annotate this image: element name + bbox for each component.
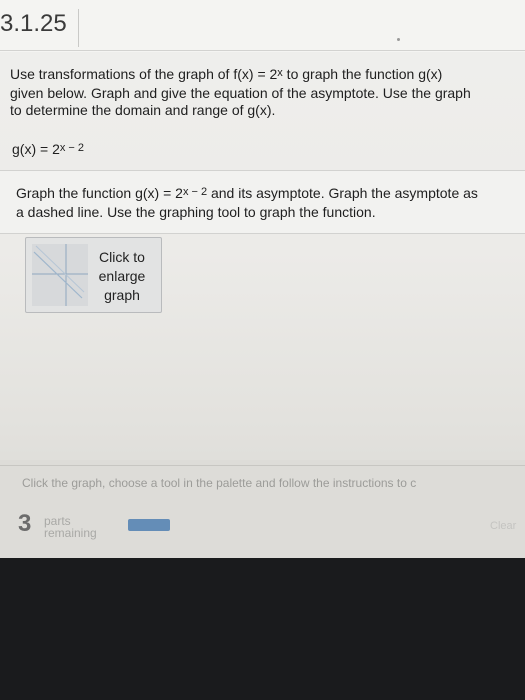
- function-exponent: x − 2: [59, 142, 85, 154]
- screen: 3.1.25 Use transformations of the graph …: [0, 0, 525, 558]
- graph-thumbnail-icon: [32, 244, 88, 306]
- question-line-1-prefix: Use transformations of the graph of f(x)…: [10, 66, 278, 82]
- parts-remaining-label: parts remaining: [44, 515, 97, 539]
- clear-button[interactable]: Clear: [490, 520, 516, 532]
- parts-remaining-count: 3: [18, 510, 32, 537]
- enlarge-graph-button[interactable]: Click to enlarge graph: [25, 237, 162, 313]
- question-line-2: given below. Graph and give the equation…: [10, 85, 471, 101]
- instruction-text: Graph the function g(x) = 2x − 2 and its…: [16, 185, 525, 221]
- progress-indicator: [128, 519, 170, 531]
- instruction-prefix: Graph the function g(x) = 2: [16, 185, 183, 201]
- palette-divider: [0, 465, 525, 466]
- header: 3.1.25: [0, 0, 525, 52]
- palette-area: [0, 460, 525, 558]
- function-definition: g(x) = 2x − 2: [12, 141, 84, 157]
- instruction-exponent: x − 2: [182, 186, 208, 198]
- header-divider: [0, 50, 525, 51]
- parts-label-line-2: remaining: [44, 526, 97, 540]
- problem-number: 3.1.25: [0, 9, 79, 47]
- device-bezel: [0, 558, 525, 700]
- question-text: Use transformations of the graph of f(x)…: [10, 66, 525, 119]
- question-line-1-suffix: to graph the function g(x): [282, 66, 443, 82]
- palette-hint: Click the graph, choose a tool in the pa…: [22, 476, 417, 490]
- question-exponent: x: [277, 67, 283, 79]
- function-base: g(x) = 2: [12, 141, 60, 157]
- instruction-line-1: Graph the function g(x) = 2x − 2 and its…: [16, 185, 525, 204]
- enlarge-label-line-1: Click to: [99, 249, 145, 265]
- enlarge-label-line-3: graph: [104, 287, 140, 303]
- instruction-line-2: a dashed line. Use the graphing tool to …: [16, 204, 376, 220]
- question-line-3: to determine the domain and range of g(x…: [10, 102, 276, 118]
- instruction-suffix: and its asymptote. Graph the asymptote a…: [207, 185, 478, 201]
- instruction-box: Graph the function g(x) = 2x − 2 and its…: [0, 170, 525, 234]
- question-line-1: Use transformations of the graph of f(x)…: [10, 66, 525, 85]
- header-dot: [397, 38, 400, 41]
- enlarge-graph-label: Click to enlarge graph: [90, 248, 154, 305]
- enlarge-label-line-2: enlarge: [98, 268, 146, 284]
